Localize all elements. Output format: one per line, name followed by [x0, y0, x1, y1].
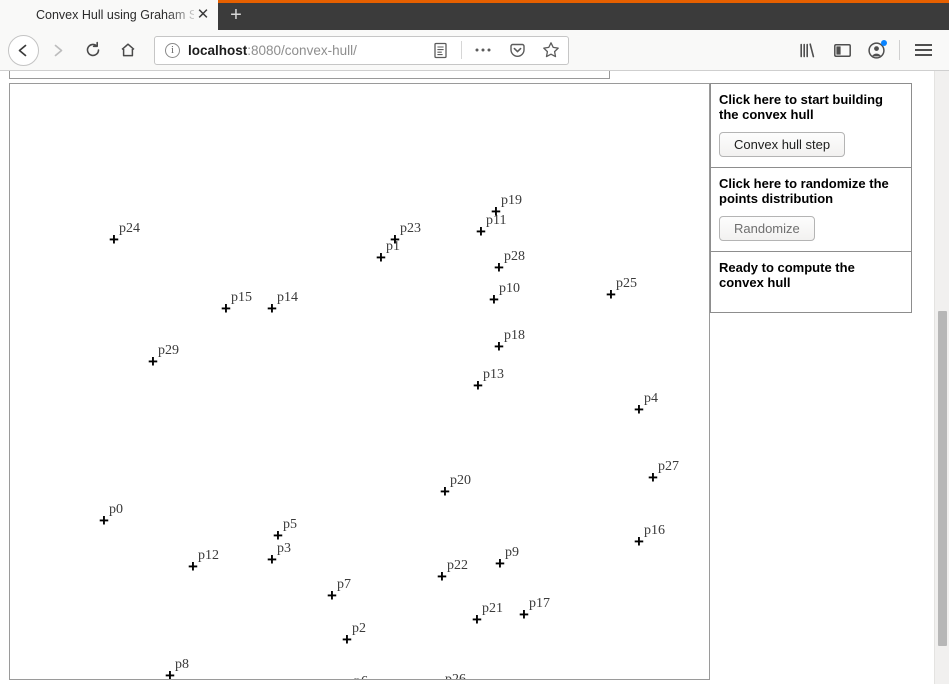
browser-chrome: Convex Hull using Graham Scan ✕ + i loca… — [0, 0, 949, 71]
randomize-prompt: Click here to randomize the points distr… — [719, 176, 889, 206]
point-label: p23 — [400, 221, 421, 236]
url-path: :8080/convex-hull/ — [247, 42, 357, 58]
navigation-toolbar: i localhost:8080/convex-hull/ — [0, 30, 949, 71]
point-label: p5 — [283, 517, 297, 532]
convex-hull-step-button[interactable]: Convex hull step — [719, 132, 846, 157]
close-icon[interactable]: ✕ — [194, 6, 212, 24]
url-text: localhost:8080/convex-hull/ — [188, 43, 419, 58]
step-prompt: Click here to start building the convex … — [719, 92, 883, 122]
point-label: p2 — [352, 621, 366, 636]
point-label: p13 — [483, 367, 504, 382]
browser-tab[interactable]: Convex Hull using Graham Scan ✕ — [0, 0, 218, 30]
randomize-section: Click here to randomize the points distr… — [710, 167, 912, 251]
point-label: p24 — [119, 221, 140, 236]
back-button[interactable] — [8, 34, 39, 66]
convex-hull-canvas[interactable]: +p0+p1+p2+p3+p4+p5+p6+p7+p8+p9+p10+p11+p… — [9, 83, 710, 680]
clipped-top-box — [9, 71, 610, 79]
status-message: Ready to compute the convex hull — [719, 260, 855, 290]
point-label: p29 — [158, 343, 179, 358]
library-icon[interactable] — [792, 35, 824, 66]
point-label: p28 — [504, 249, 525, 264]
pocket-icon[interactable] — [504, 38, 530, 63]
randomize-button[interactable]: Randomize — [719, 216, 815, 241]
control-panel: Click here to start building the convex … — [710, 83, 912, 313]
point-label: p17 — [529, 596, 550, 611]
point-label: p8 — [175, 657, 189, 672]
menu-icon[interactable] — [907, 35, 939, 66]
point-label: p9 — [505, 545, 519, 560]
page-content: +p0+p1+p2+p3+p4+p5+p6+p7+p8+p9+p10+p11+p… — [0, 71, 949, 684]
toolbar-divider — [899, 40, 900, 60]
point-label: p15 — [231, 290, 252, 305]
forward-button[interactable] — [41, 34, 74, 67]
point-label: p4 — [644, 391, 658, 406]
step-section: Click here to start building the convex … — [710, 83, 912, 167]
point-label: p0 — [109, 502, 123, 517]
vertical-scrollbar[interactable] — [934, 71, 949, 684]
home-button[interactable] — [111, 34, 144, 67]
point-label: p12 — [198, 548, 219, 563]
point-label: p22 — [447, 558, 468, 573]
point-label: p6 — [354, 674, 368, 679]
tab-strip: Convex Hull using Graham Scan ✕ + — [0, 0, 949, 30]
account-notification-badge — [881, 39, 887, 46]
sidebar-icon[interactable] — [826, 35, 858, 66]
info-icon[interactable]: i — [165, 42, 180, 58]
bookmark-star-icon[interactable] — [538, 38, 564, 63]
page-actions-icon[interactable] — [470, 38, 496, 63]
point-label: p20 — [450, 473, 471, 488]
point-label: p18 — [504, 328, 525, 343]
url-host: localhost — [188, 42, 248, 58]
point-label: p16 — [644, 523, 665, 538]
point-label: p25 — [616, 276, 637, 291]
point-label: p21 — [482, 601, 503, 616]
status-section: Ready to compute the convex hull — [710, 251, 912, 313]
point-label: p26 — [445, 672, 466, 680]
point-label: p7 — [337, 577, 351, 592]
point-label: p27 — [658, 459, 679, 474]
scrollbar-thumb[interactable] — [938, 311, 947, 646]
tab-title: Convex Hull using Graham Scan — [36, 8, 194, 22]
url-bar[interactable]: i localhost:8080/convex-hull/ — [154, 35, 569, 65]
leaf-icon — [12, 7, 28, 23]
reader-mode-icon[interactable] — [427, 38, 453, 63]
reload-button[interactable] — [76, 34, 109, 67]
point-label: p14 — [277, 290, 298, 305]
account-icon[interactable] — [860, 35, 892, 66]
point-label: p10 — [499, 281, 520, 296]
new-tab-button[interactable]: + — [218, 2, 254, 30]
point-label: p19 — [501, 193, 522, 208]
toolbar-icons — [792, 35, 941, 66]
urlbar-divider — [461, 41, 462, 59]
